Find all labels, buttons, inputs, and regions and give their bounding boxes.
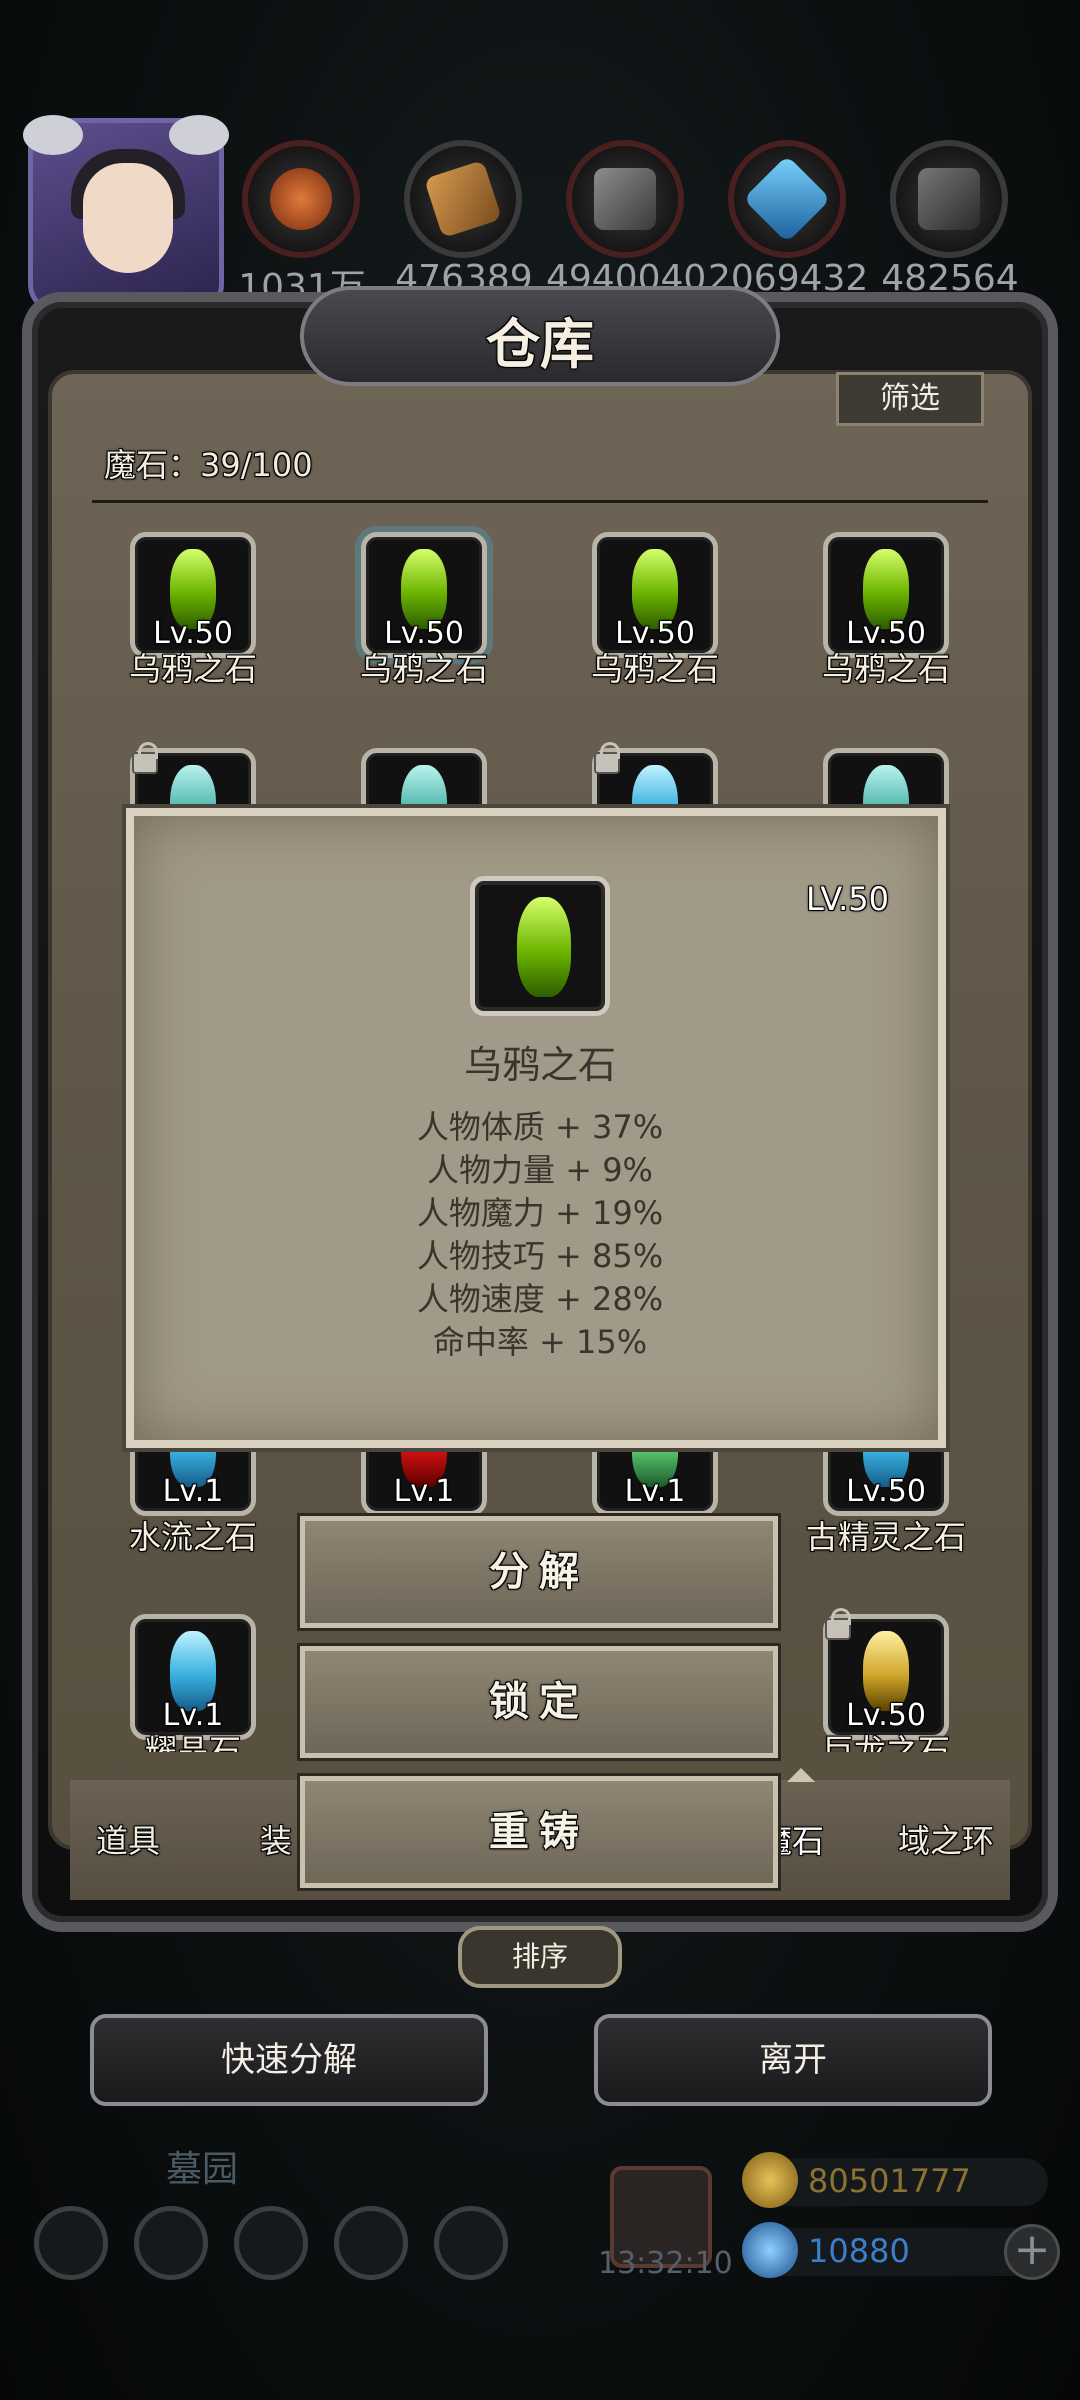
resource-iron[interactable]: [566, 140, 684, 258]
tooltip-item-icon: [470, 876, 610, 1016]
item-level: Lv.1: [162, 1474, 224, 1509]
stat-line: 人物魔力 + 19%: [416, 1194, 664, 1232]
lock-icon: [825, 1608, 851, 1640]
lock-button[interactable]: 锁定: [300, 1646, 778, 1758]
crow-stone-icon: [517, 897, 571, 997]
stat-line: 命中率 + 15%: [432, 1323, 648, 1361]
crystal-icon: [743, 155, 831, 243]
item-level: Lv.1: [624, 1474, 686, 1509]
iron-icon: [594, 168, 656, 230]
mail-icon[interactable]: [334, 2206, 408, 2280]
lock-icon: [594, 742, 620, 774]
player-avatar[interactable]: [23, 115, 229, 314]
meat-icon: [270, 168, 332, 230]
item-slot[interactable]: Lv.1: [130, 1614, 256, 1740]
guild-icon[interactable]: [434, 2206, 508, 2280]
item-name: 乌鸦之石: [821, 650, 950, 688]
panel-title: 仓库: [486, 312, 594, 376]
item-name: 巨龙之石: [821, 1732, 950, 1752]
item-slot-selected[interactable]: Lv.50: [361, 532, 487, 658]
item-level: Lv.1: [393, 1474, 455, 1509]
ore-icon: [918, 168, 980, 230]
tooltip-item-name: 乌鸦之石: [463, 1043, 616, 1087]
decompose-button[interactable]: 分解: [300, 1516, 778, 1628]
tab-domain-ring[interactable]: 域之环: [898, 1816, 994, 1862]
screen: { "resources": [ {"icon": "meat-icon", "…: [0, 0, 1080, 2400]
filter-button[interactable]: 筛选: [836, 372, 984, 426]
star-icon[interactable]: [134, 2206, 208, 2280]
resource-ore[interactable]: [890, 140, 1008, 258]
item-level: Lv.50: [846, 1474, 926, 1509]
avatar-wing-left: [23, 115, 83, 155]
resource-meat[interactable]: [242, 140, 360, 258]
gold-coin-icon: [742, 2152, 798, 2208]
quick-decompose-button[interactable]: 快速分解: [90, 2014, 488, 2106]
item-name: 古精灵之石: [805, 1518, 966, 1556]
up-arrow-icon: [787, 1768, 815, 1782]
settings-icon[interactable]: [34, 2206, 108, 2280]
tooltip-stats: 人物体质 + 37% 人物力量 + 9% 人物魔力 + 19% 人物技巧 + 8…: [326, 1106, 754, 1364]
item-slot[interactable]: Lv.50: [130, 532, 256, 658]
tab-equipment[interactable]: 装: [260, 1816, 292, 1862]
tooltip-level: LV.50: [806, 880, 889, 918]
location-label: 墓园: [166, 2149, 239, 2190]
stat-line: 人物力量 + 9%: [427, 1151, 653, 1189]
resource-crystal[interactable]: [728, 140, 846, 258]
avatar-wing-right: [169, 115, 229, 155]
gold-value: 80501777: [808, 2162, 971, 2200]
avatar-face: [83, 163, 173, 273]
timer: 13:32:10: [598, 2246, 733, 2281]
sort-button[interactable]: 排序: [458, 1926, 622, 1988]
blue-gem-icon: [742, 2222, 798, 2278]
reforge-button[interactable]: 重铸: [300, 1776, 778, 1888]
stat-line: 人物速度 + 28%: [416, 1280, 664, 1318]
gem-value: 10880: [808, 2232, 910, 2270]
tower-icon[interactable]: [234, 2206, 308, 2280]
wood-icon: [423, 159, 503, 239]
divider: [92, 500, 988, 503]
tab-props[interactable]: 道具: [96, 1816, 160, 1862]
leave-button[interactable]: 离开: [594, 2014, 992, 2106]
item-name: 乌鸦之石: [359, 650, 488, 688]
item-name: 水流之石: [128, 1518, 257, 1556]
lock-icon: [132, 742, 158, 774]
stone-count: 魔石：39/100: [104, 446, 313, 484]
add-currency-button[interactable]: +: [1004, 2224, 1060, 2280]
resource-wood[interactable]: [404, 140, 522, 258]
item-name: 乌鸦之石: [590, 650, 719, 688]
item-slot[interactable]: Lv.50: [592, 532, 718, 658]
stat-line: 人物技巧 + 85%: [416, 1237, 664, 1275]
stat-line: 人物体质 + 37%: [416, 1108, 664, 1146]
item-slot[interactable]: Lv.50: [823, 532, 949, 658]
item-name: 乌鸦之石: [128, 650, 257, 688]
item-name: 耀晶石: [144, 1732, 241, 1752]
